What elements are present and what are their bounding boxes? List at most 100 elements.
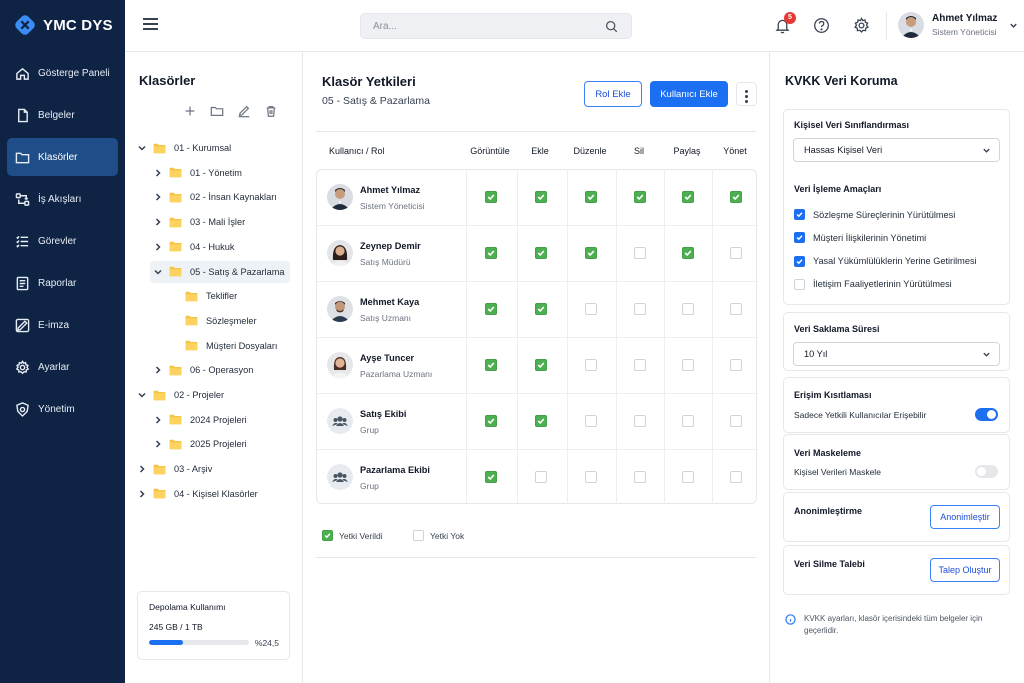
menu-toggle-icon[interactable] [143,18,158,30]
permission-checkbox[interactable] [485,471,497,483]
tree-folder[interactable]: 03 - Mali İşler [153,211,245,233]
tree-folder[interactable]: 2025 Projeleri [153,433,247,455]
permission-checkbox[interactable] [730,359,742,371]
chevron-right-icon[interactable] [153,415,163,425]
permission-checkbox[interactable] [585,471,597,483]
chevron-down-icon[interactable] [137,390,147,400]
chevron-right-icon[interactable] [153,365,163,375]
permission-checkbox[interactable] [730,247,742,259]
sidebar-item-i-ak-lar-[interactable]: İş Akışları [7,180,118,218]
chevron-right-icon[interactable] [153,192,163,202]
search-input[interactable] [361,14,591,38]
permission-checkbox[interactable] [585,247,597,259]
permission-checkbox[interactable] [682,191,694,203]
permission-checkbox[interactable] [535,415,547,427]
tree-folder[interactable]: 02 - İnsan Kaynakları [153,186,277,208]
add-user-button[interactable]: Kullanıcı Ekle [650,81,728,107]
sidebar-item-y-netim[interactable]: Yönetim [7,390,118,428]
sidebar-item-e-imza[interactable]: E-imza [7,306,118,344]
chevron-down-icon[interactable] [153,267,163,277]
tree-folder[interactable]: 01 - Kurumsal [137,137,231,159]
chevron-right-icon[interactable] [153,168,163,178]
permission-checkbox[interactable] [730,471,742,483]
classification-select[interactable]: Hassas Kişisel Veri [793,138,1000,162]
create-request-button[interactable]: Talep Oluştur [930,558,1000,582]
tree-leaf-folder[interactable]: Müşteri Dosyaları [169,335,277,357]
chevron-right-icon[interactable] [153,242,163,252]
access-toggle[interactable] [975,408,998,421]
sidebar-item-belgeler[interactable]: Belgeler [7,96,118,134]
tree-folder[interactable]: 02 - Projeler [137,384,224,406]
permission-checkbox[interactable] [535,303,547,315]
permission-checkbox[interactable] [485,303,497,315]
add-role-button[interactable]: Rol Ekle [584,81,642,107]
chevron-down-icon[interactable] [1009,21,1018,30]
user-menu[interactable]: Ahmet Yılmaz Sistem Yöneticisi [898,12,1018,38]
sidebar-item-g-revler[interactable]: Görevler [7,222,118,260]
unchecked-checkbox-icon[interactable] [794,278,805,290]
purpose-option[interactable]: Sözleşme Süreçlerinin Yürütülmesi [794,209,955,220]
search-icon[interactable] [605,20,618,33]
permission-checkbox[interactable] [634,191,646,203]
tree-folder[interactable]: 04 - Kişisel Klasörler [137,483,258,505]
permission-checkbox[interactable] [682,359,694,371]
permission-checkbox[interactable] [585,359,597,371]
checked-checkbox-icon[interactable] [794,209,805,220]
permission-checkbox[interactable] [730,191,742,203]
checked-checkbox-icon[interactable] [794,255,805,267]
permission-checkbox[interactable] [485,415,497,427]
tree-folder[interactable]: 05 - Satış & Pazarlama [150,260,290,283]
permission-checkbox[interactable] [730,303,742,315]
checked-checkbox-icon[interactable] [794,232,805,244]
purpose-option[interactable]: Müşteri İlişkilerinin Yönetimi [794,232,926,244]
masking-toggle[interactable] [975,465,998,478]
trash-icon[interactable] [264,104,278,118]
tree-leaf-folder[interactable]: Sözleşmeler [169,310,257,332]
sidebar-item-ayarlar[interactable]: Ayarlar [7,348,118,386]
permission-checkbox[interactable] [682,415,694,427]
tree-folder[interactable]: 01 - Yönetim [153,162,242,184]
permission-checkbox[interactable] [535,359,547,371]
permission-checkbox[interactable] [535,471,547,483]
chevron-right-icon[interactable] [137,464,147,474]
permission-checkbox[interactable] [682,247,694,259]
permission-checkbox[interactable] [634,247,646,259]
permission-checkbox[interactable] [682,303,694,315]
permission-checkbox[interactable] [682,471,694,483]
purpose-option[interactable]: İletişim Faaliyetlerinin Yürütülmesi [794,278,952,290]
permission-checkbox[interactable] [585,415,597,427]
retention-select[interactable]: 10 Yıl [793,342,1000,366]
tree-folder[interactable]: 06 - Operasyon [153,359,253,381]
chevron-right-icon[interactable] [153,439,163,449]
permission-checkbox[interactable] [634,303,646,315]
app-logo[interactable]: YMC DYS [0,0,125,50]
tree-folder[interactable]: 04 - Hukuk [153,236,234,258]
sidebar-item-klas-rler[interactable]: Klasörler [7,138,118,176]
permission-checkbox[interactable] [535,247,547,259]
tree-folder[interactable]: 2024 Projeleri [153,409,247,431]
purpose-option[interactable]: Yasal Yükümlülüklerin Yerine Getirilmesi [794,255,977,267]
permission-checkbox[interactable] [634,415,646,427]
more-options-icon[interactable] [736,82,757,106]
sidebar-item-raporlar[interactable]: Raporlar [7,264,118,302]
sidebar-item-g-sterge-paneli[interactable]: Gösterge Paneli [7,54,118,92]
tree-leaf-folder[interactable]: Teklifler [169,285,237,307]
permission-checkbox[interactable] [535,191,547,203]
help-icon[interactable] [813,17,830,34]
permission-checkbox[interactable] [730,415,742,427]
permission-checkbox[interactable] [485,359,497,371]
edit-icon[interactable] [237,104,251,118]
permission-checkbox[interactable] [485,247,497,259]
chevron-right-icon[interactable] [137,489,147,499]
new-folder-icon[interactable] [210,104,224,118]
chevron-right-icon[interactable] [153,217,163,227]
permission-checkbox[interactable] [585,191,597,203]
anonymize-button[interactable]: Anonimleştir [930,505,1000,529]
permission-checkbox[interactable] [585,303,597,315]
permission-checkbox[interactable] [485,191,497,203]
chevron-down-icon[interactable] [137,143,147,153]
add-icon[interactable] [183,104,197,118]
permission-checkbox[interactable] [634,359,646,371]
settings-gear-icon[interactable] [853,17,870,34]
tree-folder[interactable]: 03 - Arşiv [137,458,212,480]
